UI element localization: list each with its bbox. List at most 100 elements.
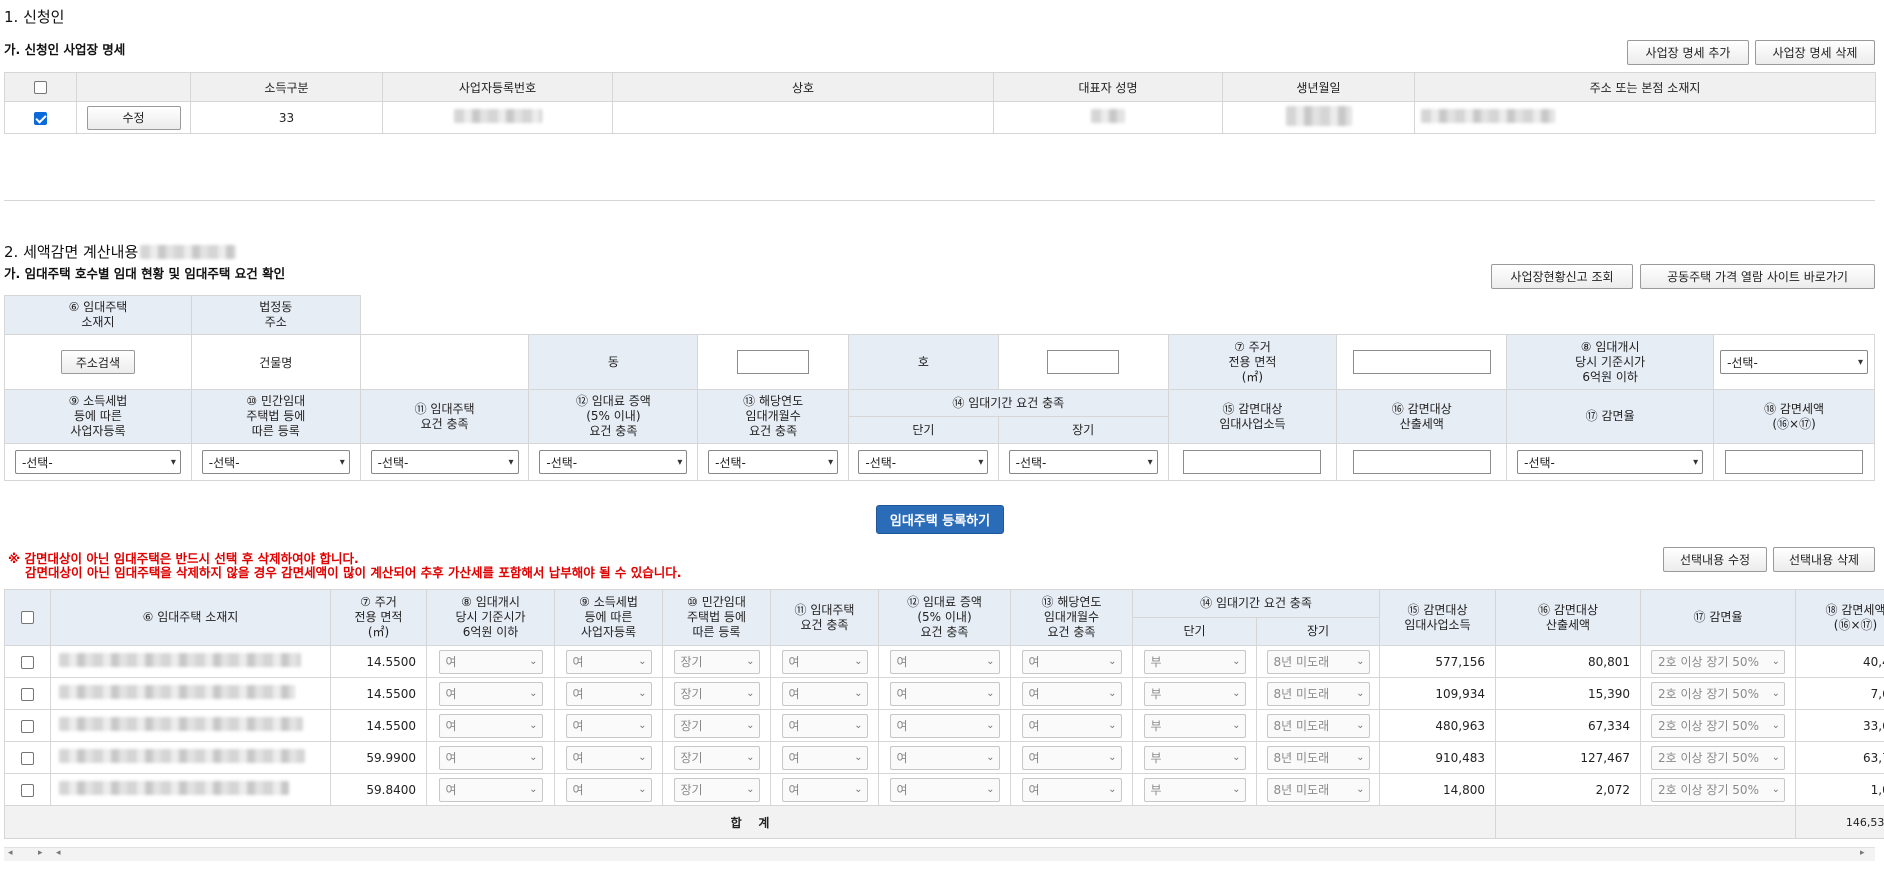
private-reg-select[interactable]: -선택- ▾ [201,450,350,474]
list-short-select[interactable]: 부 ⌄ [1143,681,1246,706]
register-rental-button[interactable]: 임대주택 등록하기 [876,505,1004,534]
scroll-left-icon[interactable]: ◂ [56,848,61,858]
ho-input[interactable] [1047,350,1120,374]
reduction-input[interactable] [1725,450,1864,474]
list-price-select[interactable]: 여 ⌄ [438,649,543,674]
list-rate-select[interactable]: 2호 이상 장기 50% ⌄ [1651,649,1786,674]
list-priv-select[interactable]: 장기 ⌄ [673,777,760,802]
scroll-right-icon[interactable]: ▸ [1860,848,1865,858]
form-h-building: 건물명 [190,334,361,390]
chevron-down-icon: ⌄ [1771,720,1781,731]
address-search-cell: 주소검색 [4,334,192,390]
list-rate-select[interactable]: 2호 이상 장기 50% ⌄ [1651,745,1786,770]
list-priv-select[interactable]: 장기 ⌄ [673,649,760,674]
add-business-button[interactable]: 사업장 명세 추가 [1627,40,1749,65]
list-biz-select[interactable]: 여 ⌄ [565,777,652,802]
list-price-select[interactable]: 여 ⌄ [438,681,543,706]
list-long-select[interactable]: 8년 미도래 ⌄ [1266,713,1370,738]
dong-input[interactable] [737,350,810,374]
income-value: 910,483 [1379,741,1497,774]
address-search-button[interactable]: 주소검색 [60,350,135,374]
housing-price-site-button[interactable]: 공동주택 가격 열람 사이트 바로가기 [1640,264,1875,289]
rent-inc-select[interactable]: -선택- ▾ [539,450,688,474]
list-price-select[interactable]: 여 ⌄ [438,777,543,802]
list-months-select[interactable]: 여 ⌄ [1021,649,1122,674]
row-checkbox[interactable] [4,741,51,774]
months-select[interactable]: -선택- ▾ [708,450,839,474]
list-months-select[interactable]: 여 ⌄ [1021,777,1122,802]
list-rate-select[interactable]: 2호 이상 장기 50% ⌄ [1651,777,1786,802]
list-rent-select[interactable]: 여 ⌄ [889,745,1000,770]
delete-selected-button[interactable]: 선택내용 삭제 [1773,547,1875,572]
list-select-all-checkbox[interactable] [4,589,51,646]
short-term-select[interactable]: -선택- ▾ [858,450,989,474]
list-price-select[interactable]: 여 ⌄ [438,745,543,770]
list-long-select[interactable]: 8년 미도래 ⌄ [1266,681,1370,706]
list-price-select[interactable]: 여 ⌄ [438,713,543,738]
list-req-select[interactable]: 여 ⌄ [781,777,868,802]
list-months-select[interactable]: 여 ⌄ [1021,713,1122,738]
reduction-value: 7,695 [1795,677,1884,710]
form-h-private-reg: ⑩ 민간임대 주택법 등에 따른 등록 [190,389,361,444]
income-input[interactable] [1183,450,1322,474]
total-value: 146,531 원 [1795,805,1884,839]
list-req-select[interactable]: 여 ⌄ [781,745,868,770]
row-checkbox[interactable] [4,101,77,134]
scroll-left-icon[interactable]: ◂ [8,848,13,858]
chevron-down-icon: ⌄ [1356,720,1365,731]
list-long-select[interactable]: 8년 미도래 ⌄ [1266,649,1370,674]
list-biz-select[interactable]: 여 ⌄ [565,681,652,706]
list-req-select[interactable]: 여 ⌄ [781,681,868,706]
list-biz-select[interactable]: 여 ⌄ [565,649,652,674]
list-rate-value: 2호 이상 장기 50% [1658,783,1759,797]
area-input[interactable] [1352,350,1491,374]
delete-business-button[interactable]: 사업장 명세 삭제 [1755,40,1875,65]
business-report-inquiry-button[interactable]: 사업장현황신고 조회 [1491,264,1633,289]
form-h-legal-dong: 법정동 주소 [190,295,361,335]
list-rent-value: 여 [896,719,908,733]
form-h-location: ⑥ 임대주택 소재지 [4,295,192,335]
horizontal-scrollbar[interactable]: ◂ ▸ ◂ ▸ [4,847,1875,861]
list-short-select[interactable]: 부 ⌄ [1143,713,1246,738]
list-req-select[interactable]: 여 ⌄ [781,713,868,738]
chevron-down-icon: ⌄ [854,720,863,731]
list-long-select[interactable]: 8년 미도래 ⌄ [1266,777,1370,802]
row-checkbox[interactable] [4,773,51,806]
chevron-down-icon: ⌄ [1108,752,1117,763]
list-rent-select[interactable]: 여 ⌄ [889,649,1000,674]
list-short-select[interactable]: 부 ⌄ [1143,777,1246,802]
list-short-select[interactable]: 부 ⌄ [1143,745,1246,770]
row-checkbox[interactable] [4,709,51,742]
select-all-checkbox[interactable] [4,72,77,102]
row-checkbox[interactable] [4,677,51,710]
list-biz-select[interactable]: 여 ⌄ [565,745,652,770]
calc-tax-input[interactable] [1352,450,1491,474]
scroll-right-icon[interactable]: ▸ [38,848,43,858]
biz-reg-select[interactable]: -선택- ▾ [14,450,181,474]
list-priv-select[interactable]: 장기 ⌄ [673,713,760,738]
chevron-down-icon: ⌄ [986,784,995,795]
list-rent-select[interactable]: 여 ⌄ [889,777,1000,802]
list-months-select[interactable]: 여 ⌄ [1021,745,1122,770]
list-priv-select[interactable]: 장기 ⌄ [673,745,760,770]
edit-selected-button[interactable]: 선택내용 수정 [1663,547,1767,572]
list-priv-value: 장기 [680,687,703,701]
list-rent-select[interactable]: 여 ⌄ [889,681,1000,706]
list-long-select[interactable]: 8년 미도래 ⌄ [1266,745,1370,770]
req-select[interactable]: -선택- ▾ [370,450,519,474]
list-short-select[interactable]: 부 ⌄ [1143,649,1246,674]
row-checkbox[interactable] [4,645,51,678]
list-rate-select[interactable]: 2호 이상 장기 50% ⌄ [1651,713,1786,738]
price-select[interactable]: -선택- ▾ [1720,350,1869,374]
list-rent-select[interactable]: 여 ⌄ [889,713,1000,738]
list-months-select[interactable]: 여 ⌄ [1021,681,1122,706]
list-biz-select[interactable]: 여 ⌄ [565,713,652,738]
list-rate-select[interactable]: 2호 이상 장기 50% ⌄ [1651,681,1786,706]
calc-tax-value: 127,467 [1495,741,1642,774]
rate-select[interactable]: -선택- ▾ [1517,450,1704,474]
warning-line2: 감면대상이 아닌 임대주택을 삭제하지 않을 경우 감면세액이 많이 계산되어 … [25,565,682,580]
long-term-select[interactable]: -선택- ▾ [1008,450,1158,474]
edit-button[interactable]: 수정 [86,105,181,130]
list-req-select[interactable]: 여 ⌄ [781,649,868,674]
list-priv-select[interactable]: 장기 ⌄ [673,681,760,706]
